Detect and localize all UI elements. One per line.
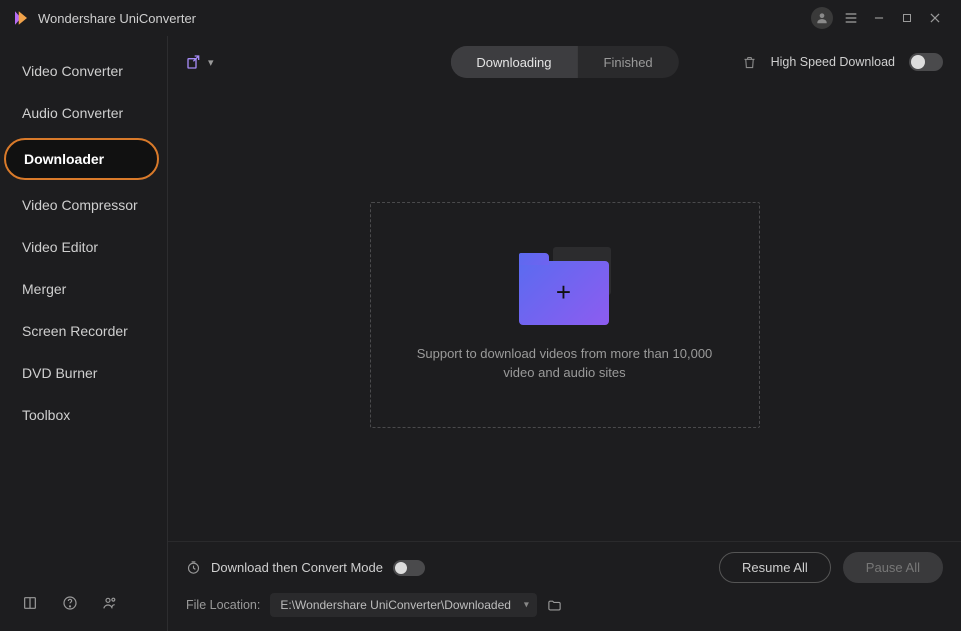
titlebar: Wondershare UniConverter — [0, 0, 961, 36]
high-speed-toggle[interactable] — [909, 53, 943, 71]
minimize-icon[interactable] — [865, 4, 893, 32]
sidebar: Video Converter Audio Converter Download… — [0, 36, 168, 631]
sidebar-item-downloader[interactable]: Downloader — [4, 138, 159, 180]
pause-all-button[interactable]: Pause All — [843, 552, 943, 583]
paste-url-button[interactable]: ▾ — [186, 53, 214, 71]
chevron-down-icon[interactable]: ▾ — [208, 56, 214, 69]
app-logo-icon — [12, 9, 30, 27]
chevron-down-icon: ▾ — [524, 600, 529, 611]
book-icon[interactable] — [22, 595, 38, 611]
tab-downloading[interactable]: Downloading — [450, 46, 577, 78]
resume-all-button[interactable]: Resume All — [719, 552, 831, 583]
sidebar-item-toolbox[interactable]: Toolbox — [0, 394, 167, 436]
maximize-icon[interactable] — [893, 4, 921, 32]
sidebar-item-merger[interactable]: Merger — [0, 268, 167, 310]
close-icon[interactable] — [921, 4, 949, 32]
file-location-label: File Location: — [186, 598, 260, 612]
trash-icon[interactable] — [742, 55, 757, 70]
file-location-value: E:\Wondershare UniConverter\Downloaded — [280, 598, 511, 612]
menu-icon[interactable] — [837, 4, 865, 32]
add-folder-icon[interactable]: + — [519, 247, 611, 325]
sidebar-item-dvd-burner[interactable]: DVD Burner — [0, 352, 167, 394]
sidebar-item-audio-converter[interactable]: Audio Converter — [0, 92, 167, 134]
app-title: Wondershare UniConverter — [38, 11, 811, 26]
sidebar-item-screen-recorder[interactable]: Screen Recorder — [0, 310, 167, 352]
plus-icon: + — [556, 277, 571, 308]
contacts-icon[interactable] — [102, 595, 118, 611]
sidebar-footer — [0, 581, 167, 631]
sidebar-item-video-editor[interactable]: Video Editor — [0, 226, 167, 268]
clock-icon[interactable] — [186, 560, 201, 575]
toolbar: ▾ Downloading Finished High Speed Downlo… — [168, 36, 961, 88]
high-speed-label: High Speed Download — [771, 55, 895, 69]
tab-group: Downloading Finished — [450, 46, 678, 78]
convert-mode-toggle[interactable] — [393, 560, 425, 576]
user-avatar[interactable] — [811, 7, 833, 29]
drop-hint-text: Support to download videos from more tha… — [391, 345, 739, 383]
open-folder-icon[interactable] — [547, 598, 562, 613]
file-location-select[interactable]: E:\Wondershare UniConverter\Downloaded ▾ — [270, 593, 537, 617]
help-icon[interactable] — [62, 595, 78, 611]
sidebar-item-video-converter[interactable]: Video Converter — [0, 50, 167, 92]
content-area: + Support to download videos from more t… — [168, 88, 961, 541]
drop-zone[interactable]: + Support to download videos from more t… — [370, 202, 760, 428]
bottom-bar: Download then Convert Mode Resume All Pa… — [168, 541, 961, 631]
sidebar-item-video-compressor[interactable]: Video Compressor — [0, 184, 167, 226]
main-panel: ▾ Downloading Finished High Speed Downlo… — [168, 36, 961, 631]
convert-mode-label: Download then Convert Mode — [211, 560, 383, 575]
tab-finished[interactable]: Finished — [578, 46, 679, 78]
